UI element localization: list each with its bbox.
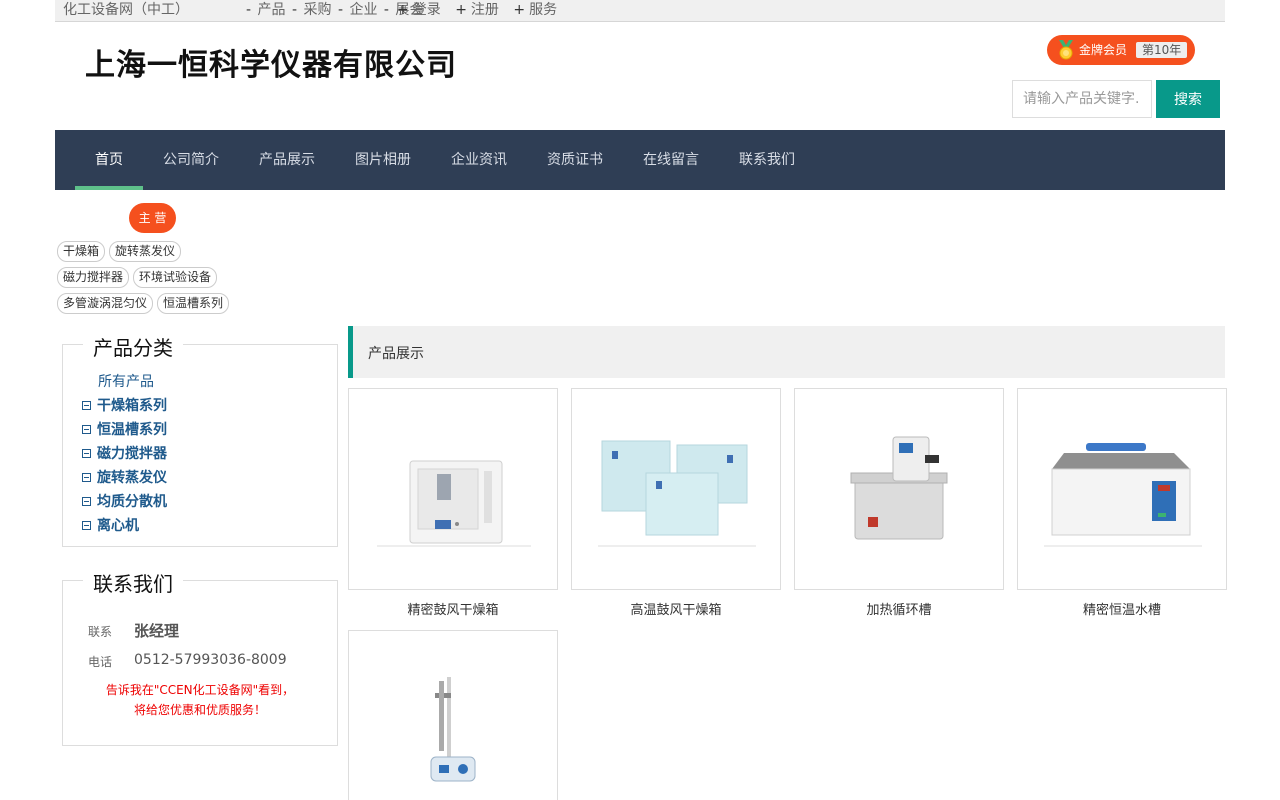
all-products-link[interactable]: 所有产品 bbox=[98, 371, 154, 391]
product-card[interactable] bbox=[1017, 388, 1227, 590]
products-header-title: 产品展示 bbox=[368, 346, 424, 362]
top-link-company[interactable]: 企业 bbox=[349, 2, 377, 18]
category-item[interactable]: 旋转蒸发仪 bbox=[82, 467, 167, 487]
category-title: 产品分类 bbox=[83, 332, 183, 361]
nav-news[interactable]: 企业资讯 bbox=[443, 130, 515, 190]
gold-member-badge: 金牌会员 第10年 bbox=[1047, 35, 1195, 65]
collapse-icon[interactable] bbox=[82, 473, 91, 482]
collapse-icon[interactable] bbox=[82, 497, 91, 506]
register-link[interactable]: 注册 bbox=[471, 2, 499, 18]
tag-rotary-evaporator[interactable]: 旋转蒸发仪 bbox=[109, 241, 182, 262]
company-name: 上海一恒科学仪器有限公司 bbox=[85, 48, 457, 83]
notice-line-1: 告诉我在"CCEN化工设备网"看到， bbox=[105, 683, 295, 697]
nav-products[interactable]: 产品展示 bbox=[251, 130, 323, 190]
product-card[interactable] bbox=[794, 388, 1004, 590]
collapse-icon[interactable] bbox=[82, 401, 91, 410]
tag-vortex-mixer[interactable]: 多管漩涡混匀仪 bbox=[57, 293, 154, 314]
notice-line-2: 将给您优惠和优质服务！ bbox=[133, 703, 266, 717]
contact-title: 联系我们 bbox=[83, 568, 183, 597]
drying-oven-image bbox=[377, 460, 531, 547]
collapse-icon[interactable] bbox=[82, 425, 91, 434]
tag-magnetic-stirrer[interactable]: 磁力搅拌器 bbox=[57, 267, 130, 288]
main-nav: 首页 公司简介 产品展示 图片相册 企业资讯 资质证书 在线留言 联系我们 bbox=[55, 130, 1225, 190]
phone-number: 0512-57993036-8009 bbox=[134, 652, 287, 668]
service-link[interactable]: 服务 bbox=[529, 2, 557, 18]
nav-about[interactable]: 公司简介 bbox=[155, 130, 227, 190]
search-button[interactable]: 搜索 bbox=[1156, 80, 1220, 118]
category-item[interactable]: 干燥箱系列 bbox=[82, 395, 167, 415]
top-link-purchase[interactable]: 采购 bbox=[303, 2, 331, 18]
tag-environment-test[interactable]: 环境试验设备 bbox=[133, 267, 218, 288]
products-header: 产品展示 bbox=[348, 326, 1225, 378]
tag-drying-oven[interactable]: 干燥箱 bbox=[57, 241, 106, 262]
magnetic-stirrer-image bbox=[430, 677, 476, 782]
nav-gallery[interactable]: 图片相册 bbox=[347, 130, 419, 190]
contact-label: 联系 bbox=[88, 625, 113, 639]
category-item[interactable]: 均质分散机 bbox=[82, 491, 167, 511]
collapse-icon[interactable] bbox=[82, 449, 91, 458]
badge-label: 金牌会员 bbox=[1079, 43, 1128, 57]
product-name[interactable]: 高温鼓风干燥箱 bbox=[571, 599, 781, 618]
tag-thermostat-bath[interactable]: 恒温槽系列 bbox=[157, 293, 230, 314]
water-bath-image bbox=[1044, 443, 1202, 547]
search-input[interactable] bbox=[1012, 80, 1152, 118]
circulating-bath-image bbox=[850, 436, 948, 540]
login-link[interactable]: 登录 bbox=[413, 2, 441, 18]
nav-message[interactable]: 在线留言 bbox=[635, 130, 707, 190]
nav-contact[interactable]: 联系我们 bbox=[731, 130, 803, 190]
medal-icon bbox=[1059, 40, 1073, 60]
category-item[interactable]: 离心机 bbox=[82, 515, 139, 535]
product-card[interactable] bbox=[571, 388, 781, 590]
site-name[interactable]: 化工设备网（中工） bbox=[63, 0, 189, 21]
phone-label: 电话 bbox=[88, 655, 113, 669]
collapse-icon[interactable] bbox=[82, 521, 91, 530]
top-link-products[interactable]: 产品 bbox=[258, 2, 286, 18]
category-item[interactable]: 恒温槽系列 bbox=[82, 419, 167, 439]
category-item[interactable]: 磁力搅拌器 bbox=[82, 443, 167, 463]
user-links: + 登录 + 注册 + 服务 bbox=[397, 2, 558, 18]
badge-years: 第10年 bbox=[1136, 42, 1188, 58]
product-name[interactable]: 加热循环槽 bbox=[794, 599, 1004, 618]
product-card[interactable] bbox=[348, 388, 558, 590]
top-bar: 化工设备网（中工） - 产品 - 采购 - 企业 - 展会 + 登录 + 注册 + 服… bbox=[55, 0, 1225, 22]
product-name[interactable]: 精密恒温水槽 bbox=[1017, 599, 1227, 618]
contact-name: 张经理 bbox=[134, 622, 180, 640]
product-card[interactable] bbox=[348, 630, 558, 800]
main-business-label: 主 营 bbox=[129, 203, 176, 233]
product-name[interactable]: 精密鼓风干燥箱 bbox=[348, 599, 558, 618]
high-temp-oven-image bbox=[598, 440, 756, 547]
nav-certificates[interactable]: 资质证书 bbox=[539, 130, 611, 190]
nav-home[interactable]: 首页 bbox=[75, 130, 143, 190]
